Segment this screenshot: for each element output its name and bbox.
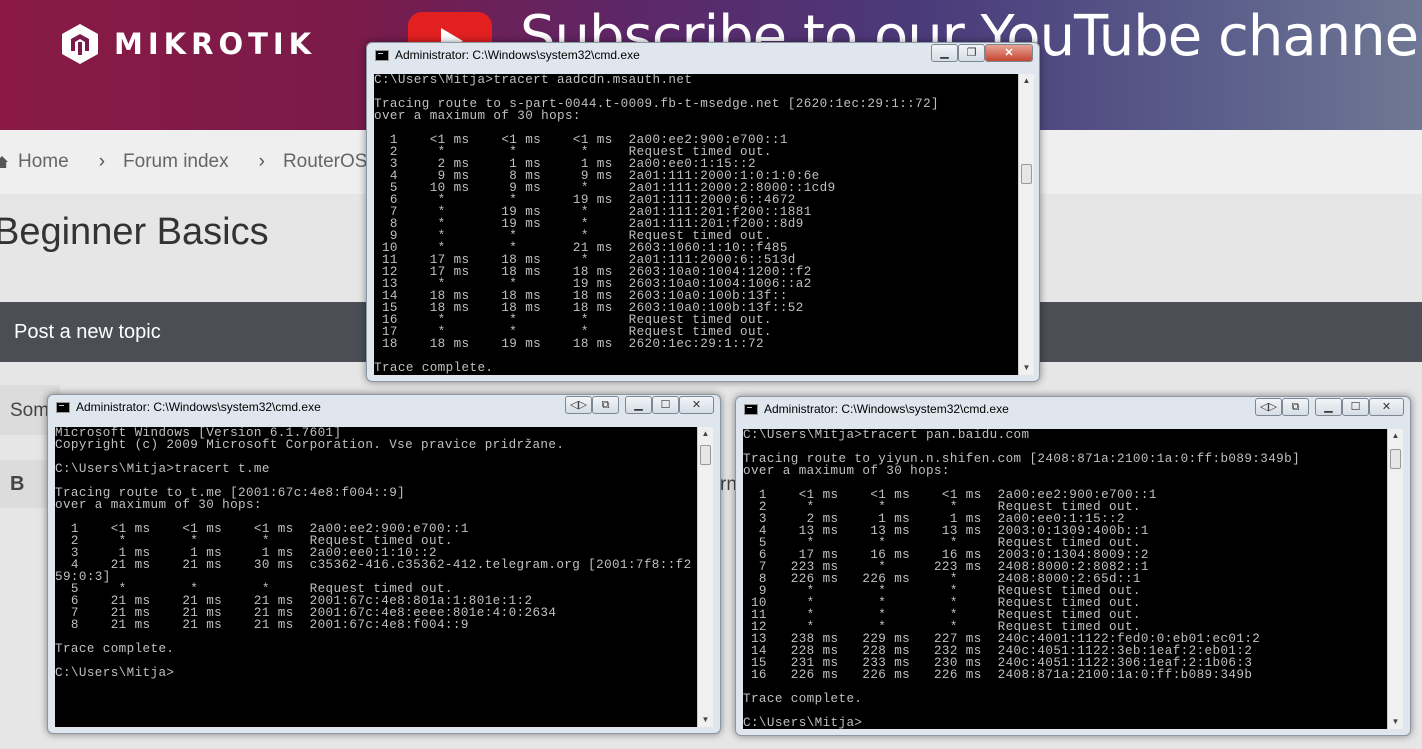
scroll-down-arrow-icon[interactable]: ▼ xyxy=(1019,361,1034,375)
topic-row-text: B xyxy=(10,473,25,495)
minimize-button[interactable]: ▁ xyxy=(1315,398,1342,416)
restore-icon[interactable]: ⧉ xyxy=(592,396,619,414)
cmd-window-tracert-aadcdn[interactable]: Administrator: C:\Windows\system32\cmd.e… xyxy=(366,42,1040,382)
scroll-down-arrow-icon[interactable]: ▼ xyxy=(698,713,713,727)
close-button[interactable]: ✕ xyxy=(679,396,714,414)
chevron-right-icon: › xyxy=(258,151,265,172)
maximize-button[interactable]: ☐ xyxy=(1342,398,1369,416)
home-icon xyxy=(0,156,8,168)
chevron-right-icon: › xyxy=(98,151,106,172)
window-title: Administrator: C:\Windows\system32\cmd.e… xyxy=(76,400,321,414)
console-output[interactable]: C:\Users\Mitja>tracert pan.baidu.com Tra… xyxy=(743,429,1387,729)
back-button[interactable]: ◁▷ xyxy=(1255,398,1282,416)
scroll-thumb[interactable] xyxy=(1021,164,1032,184)
console-output[interactable]: C:\Users\Mitja>tracert aadcdn.msauth.net… xyxy=(374,74,1018,375)
window-titlebar[interactable]: Administrator: C:\Windows\system32\cmd.e… xyxy=(48,395,720,421)
window-titlebar[interactable]: Administrator: C:\Windows\system32\cmd.e… xyxy=(736,397,1410,423)
mikrotik-logo[interactable]: MIKROTIK xyxy=(58,22,316,66)
console-text: C:\Users\Mitja>tracert pan.baidu.com Tra… xyxy=(743,429,1301,729)
maximize-button[interactable]: ❐ xyxy=(958,44,985,62)
console-text: C:\Users\Mitja>tracert aadcdn.msauth.net… xyxy=(374,74,939,375)
topic-row-text: Som xyxy=(10,400,50,421)
cmd-icon xyxy=(375,50,389,61)
close-button[interactable]: ✕ xyxy=(1369,398,1404,416)
breadcrumb-home[interactable]: Home xyxy=(18,151,69,173)
post-new-topic-button[interactable]: Post a new topic xyxy=(14,321,161,344)
scroll-thumb[interactable] xyxy=(1390,449,1401,469)
scroll-up-arrow-icon[interactable]: ▲ xyxy=(698,427,713,441)
close-button[interactable]: ✕ xyxy=(985,44,1033,62)
restore-icon[interactable]: ⧉ xyxy=(1282,398,1309,416)
vertical-scrollbar[interactable]: ▲ ▼ xyxy=(1387,429,1403,729)
vertical-scrollbar[interactable]: ▲ ▼ xyxy=(1018,74,1034,375)
breadcrumb-forum-index[interactable]: Forum index xyxy=(123,151,229,173)
cmd-window-tracert-tme[interactable]: Administrator: C:\Windows\system32\cmd.e… xyxy=(47,394,721,734)
minimize-button[interactable]: ▁ xyxy=(625,396,652,414)
page-title: Beginner Basics xyxy=(0,211,269,253)
scroll-thumb[interactable] xyxy=(700,445,711,465)
mikrotik-logo-icon xyxy=(62,24,98,64)
window-title: Administrator: C:\Windows\system32\cmd.e… xyxy=(395,48,640,62)
cmd-window-tracert-baidu[interactable]: Administrator: C:\Windows\system32\cmd.e… xyxy=(735,396,1411,736)
window-titlebar[interactable]: Administrator: C:\Windows\system32\cmd.e… xyxy=(367,43,1039,69)
scroll-up-arrow-icon[interactable]: ▲ xyxy=(1388,429,1403,443)
window-title: Administrator: C:\Windows\system32\cmd.e… xyxy=(764,402,1009,416)
scroll-up-arrow-icon[interactable]: ▲ xyxy=(1019,74,1034,88)
breadcrumb-routeros[interactable]: RouterOS xyxy=(283,151,367,173)
back-button[interactable]: ◁▷ xyxy=(565,396,592,414)
cmd-icon xyxy=(744,404,758,415)
minimize-button[interactable]: ▁ xyxy=(931,44,958,62)
vertical-scrollbar[interactable]: ▲ ▼ xyxy=(697,427,713,727)
logo-text: MIKROTIK xyxy=(114,27,317,61)
console-output[interactable]: Microsoft Windows [Version 6.1.7601] Cop… xyxy=(55,427,697,727)
scroll-down-arrow-icon[interactable]: ▼ xyxy=(1388,715,1403,729)
cmd-icon xyxy=(56,402,70,413)
maximize-button[interactable]: ☐ xyxy=(652,396,679,414)
console-text: Microsoft Windows [Version 6.1.7601] Cop… xyxy=(55,427,692,680)
